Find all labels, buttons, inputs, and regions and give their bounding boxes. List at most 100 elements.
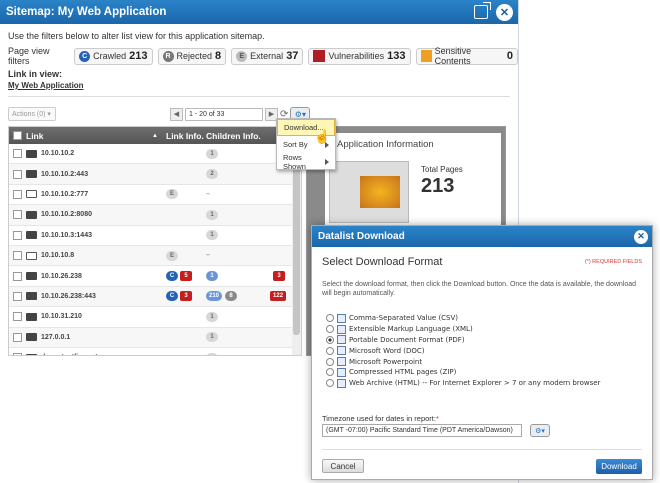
table-row[interactable]: 127.0.0.1 1 (9, 327, 301, 348)
table-row[interactable]: demo.testfire.net 1 (9, 348, 301, 355)
children-info-cell: 1 (204, 332, 294, 343)
children-badge: 3 (273, 271, 285, 282)
row-checkbox[interactable] (13, 169, 22, 179)
link-text[interactable]: 10.10.10.2:777 (41, 191, 88, 198)
link-in-view-value[interactable]: My Web Application (8, 81, 84, 90)
dialog-close-icon[interactable]: ✕ (634, 229, 648, 244)
col-link-info[interactable]: Link Info. (164, 131, 204, 141)
window-titlebar: Sitemap: My Web Application ✕ (0, 0, 518, 24)
folder-icon (26, 231, 37, 240)
folder-icon (26, 210, 37, 219)
filter-sensitive[interactable]: Sensitive Contents 0 (415, 46, 518, 66)
format-radio[interactable] (326, 335, 334, 344)
filter-rejected[interactable]: R Rejected 8 (157, 47, 227, 65)
select-all-checkbox[interactable] (13, 131, 22, 140)
row-checkbox[interactable] (13, 251, 22, 261)
sort-asc-icon: ▲ (152, 132, 158, 139)
link-text[interactable]: 127.0.0.1 (41, 334, 70, 341)
external-icon: E (236, 50, 248, 62)
grid-scrollbar[interactable] (292, 143, 301, 355)
filter-external[interactable]: E External 37 (231, 47, 304, 65)
submenu-arrow-icon (325, 158, 329, 165)
row-checkbox[interactable] (13, 189, 22, 199)
file-type-icon (337, 378, 346, 388)
table-row[interactable]: 10.10.10.2:443 2 (9, 164, 301, 185)
link-text[interactable]: 10.10.10.2:443 (41, 171, 88, 178)
format-option[interactable]: Compressed HTML pages (ZIP) (326, 367, 600, 378)
divider (8, 96, 510, 97)
folder-icon (26, 292, 37, 301)
folder-icon (26, 312, 37, 321)
children-info-cell: 210 8 122 (204, 291, 294, 302)
format-radio[interactable] (326, 314, 334, 323)
folder-icon (26, 251, 37, 260)
row-checkbox[interactable] (13, 210, 22, 220)
link-text[interactable]: 10.10.31.210 (41, 313, 82, 320)
filter-crawled[interactable]: C Crawled 213 (74, 47, 153, 65)
children-info-cell: 1 (204, 352, 294, 355)
dialog-titlebar: Datalist Download ✕ (312, 226, 652, 247)
file-type-icon (337, 346, 346, 356)
format-radio[interactable] (326, 325, 334, 334)
table-row[interactable]: 10.10.10.2 1 (9, 144, 301, 165)
thumbnail-image (360, 176, 400, 208)
prev-page-icon[interactable]: ◀ (170, 107, 183, 121)
actions-dropdown[interactable]: Actions (0) ▾ (8, 107, 56, 121)
timezone-gear-button[interactable]: ⚙▾ (530, 424, 550, 437)
row-checkbox[interactable] (13, 312, 22, 322)
link-text[interactable]: 10.10.10.2:8080 (41, 211, 92, 218)
table-row[interactable]: 10.10.10.2:777 E – (9, 185, 301, 206)
row-checkbox[interactable] (13, 149, 22, 159)
cancel-button[interactable]: Cancel (322, 459, 364, 473)
format-radio[interactable] (326, 346, 334, 355)
children-badge: 2 (206, 169, 218, 180)
format-option[interactable]: Microsoft Powerpoint (326, 356, 600, 367)
app-info-title: Application Information (325, 133, 501, 155)
row-checkbox[interactable] (13, 291, 22, 301)
row-checkbox[interactable] (13, 332, 22, 342)
format-radio[interactable] (326, 368, 334, 377)
info-badge: 5 (180, 271, 192, 282)
folder-icon (26, 353, 37, 355)
format-option[interactable]: Portable Document Format (PDF) (326, 335, 600, 346)
timezone-select[interactable]: (GMT -07:00) Pacific Standard Time (PDT … (322, 424, 522, 437)
page-range[interactable]: 1 - 20 of 33 (185, 107, 263, 121)
link-text[interactable]: 10.10.10.8 (41, 252, 74, 259)
link-cell: demo.testfire.net (9, 353, 164, 355)
table-row[interactable]: 10.10.26.238 C 5 1 3 (9, 266, 301, 287)
link-text[interactable]: 10.10.26.238:443 (41, 293, 96, 300)
close-icon[interactable]: ✕ (496, 3, 513, 21)
format-radio[interactable] (326, 379, 334, 388)
file-type-icon (337, 324, 346, 334)
table-row[interactable]: 10.10.10.8 E – (9, 245, 301, 267)
table-row[interactable]: 10.10.10.2:8080 1 (9, 205, 301, 226)
format-option[interactable]: Extensible Markup Language (XML) (326, 324, 600, 335)
col-link[interactable]: Link ▲ (9, 131, 164, 141)
link-text[interactable]: demo.testfire.net (41, 354, 97, 355)
link-text[interactable]: 10.10.10.2 (41, 150, 74, 157)
menu-rows-shown[interactable]: Rows Shown (277, 153, 335, 171)
row-checkbox[interactable] (13, 271, 22, 281)
format-option[interactable]: Microsoft Word (DOC) (326, 345, 600, 356)
format-radio[interactable] (326, 357, 334, 366)
row-checkbox[interactable] (13, 353, 22, 355)
scroll-thumb[interactable] (293, 145, 300, 335)
link-cell: 10.10.26.238 (9, 271, 164, 281)
info-badge: E (166, 189, 178, 200)
format-option[interactable]: Web Archive (HTML) -- For Internet Explo… (326, 378, 600, 389)
link-cell: 10.10.26.238:443 (9, 291, 164, 301)
sitemap-grid: Link ▲ Link Info. Children Info. 10.10.10… (8, 126, 302, 356)
table-row[interactable]: 10.10.31.210 1 (9, 307, 301, 328)
table-row[interactable]: 10.10.26.238:443 C 3 210 8 122 (9, 286, 301, 308)
link-text[interactable]: 10.10.26.238 (41, 273, 82, 280)
popout-icon[interactable] (474, 2, 491, 19)
format-option[interactable]: Comma-Separated Value (CSV) (326, 313, 600, 324)
link-cell: 10.10.31.210 (9, 312, 164, 322)
table-row[interactable]: 10.10.10.3:1443 1 (9, 226, 301, 246)
children-badge: 1 (206, 352, 218, 355)
download-button[interactable]: Download (596, 459, 642, 474)
children-empty: – (206, 252, 210, 260)
row-checkbox[interactable] (13, 230, 22, 240)
filter-vulnerabilities[interactable]: Vulnerabilities 133 (308, 47, 411, 65)
link-text[interactable]: 10.10.10.3:1443 (41, 232, 92, 239)
